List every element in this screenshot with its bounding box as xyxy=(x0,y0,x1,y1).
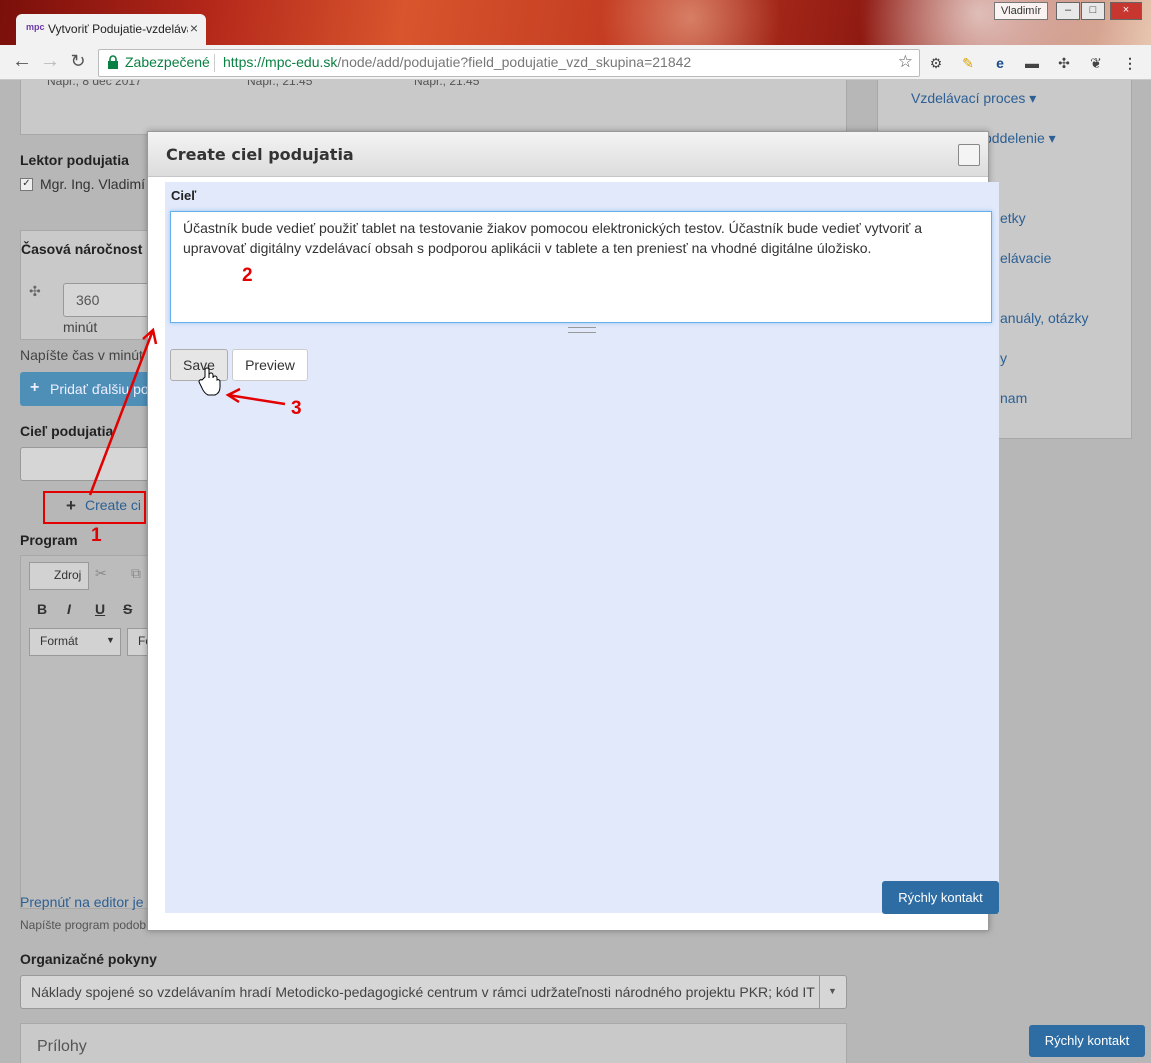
program-editor[interactable]: Zdroj ✂ ⧉ B I U S Formát ▼ Fo xyxy=(20,555,159,909)
sidebar-item-6[interactable]: y xyxy=(1000,350,1007,366)
ciel-field-label: Cieľ xyxy=(171,188,197,203)
copy-icon[interactable]: ⧉ xyxy=(131,565,141,582)
sidebar-item-7[interactable]: nam xyxy=(1000,390,1027,406)
pdf-extension-icon[interactable]: ✣ xyxy=(1055,54,1073,72)
sidebar-item-oddelenie[interactable]: oddelenie ▾ xyxy=(984,130,1056,147)
annotation-number-2: 2 xyxy=(242,265,253,286)
prilohy-panel[interactable]: Prílohy xyxy=(20,1023,847,1063)
quick-contact-button[interactable]: Rýchly kontakt xyxy=(882,881,999,914)
browser-menu-icon[interactable]: ⋮ xyxy=(1121,54,1139,72)
annotation-highlight-box xyxy=(43,491,146,524)
tab-close-icon[interactable]: × xyxy=(190,20,198,36)
editor-source-button[interactable]: Zdroj xyxy=(29,562,89,590)
minutes-input[interactable]: 360 xyxy=(63,283,155,317)
bookmark-star-icon[interactable]: ☆ xyxy=(898,52,913,72)
minutes-unit: minút xyxy=(63,319,98,335)
bold-icon[interactable]: B xyxy=(37,601,47,617)
pencil-extension-icon[interactable]: ✎ xyxy=(959,54,977,72)
maximize-icon[interactable]: □ xyxy=(1081,2,1105,20)
underline-icon[interactable]: U xyxy=(95,601,105,617)
program-label: Program xyxy=(20,532,78,548)
annotation-number-3: 3 xyxy=(291,398,302,419)
minimize-icon[interactable]: – xyxy=(1056,2,1080,20)
ciel-textarea[interactable]: Účastník bude vedieť použiť tablet na te… xyxy=(170,211,992,323)
format-select[interactable]: Formát ▼ xyxy=(29,628,121,656)
keyboard-extension-icon[interactable]: ▬ xyxy=(1023,54,1041,72)
sidebar-item-vzdelavaci-proces[interactable]: Vzdelávací proces ▾ xyxy=(911,90,1036,107)
tab-title: Vytvoriť Podujatie-vzdelávanie xyxy=(48,22,188,36)
ciel-label: Cieľ podujatia xyxy=(20,423,114,439)
leaf-extension-icon[interactable]: ❦ xyxy=(1087,54,1105,72)
save-button[interactable]: Save xyxy=(170,349,228,381)
lektor-label: Lektor podujatia xyxy=(20,152,129,168)
dropdown-caret-icon: ▼ xyxy=(106,635,115,645)
sidebar-item-3[interactable]: etky xyxy=(1000,210,1026,226)
dialog-titlebar[interactable]: Create ciel podujatia xyxy=(148,132,988,177)
casova-table: Časová náročnost ✣ 360 minút xyxy=(20,230,155,340)
secure-label: Zabezpečené xyxy=(125,54,210,70)
dropdown-caret-icon: ▼ xyxy=(828,986,837,996)
forward-arrow-icon[interactable]: → xyxy=(38,51,62,73)
window-close-icon[interactable]: × xyxy=(1110,2,1142,20)
address-bar[interactable]: Zabezpečené https://mpc-edu.sk/node/add/… xyxy=(98,49,920,77)
dialog-close-icon[interactable] xyxy=(958,144,980,166)
switch-editor-link[interactable]: Prepnúť na editor je xyxy=(20,894,144,910)
quick-contact-button-page[interactable]: Rýchly kontakt xyxy=(1029,1025,1145,1057)
lock-icon xyxy=(108,55,118,69)
browser-tab[interactable]: mpc Vytvoriť Podujatie-vzdelávanie × xyxy=(16,14,206,45)
dialog-title: Create ciel podujatia xyxy=(166,145,354,164)
strike-icon[interactable]: S xyxy=(123,601,132,617)
ciel-input[interactable] xyxy=(20,447,152,481)
resize-grip-icon[interactable] xyxy=(568,327,596,333)
date-fieldset: Napr., 8 dec 2017 Napr., 21:45 Napr., 21… xyxy=(20,80,847,135)
create-ciel-dialog: Create ciel podujatia Cieľ Účastník bude… xyxy=(147,131,999,931)
sidebar-item-4[interactable]: elávacie xyxy=(1000,250,1051,266)
settings-gear-icon[interactable]: ⚙ xyxy=(927,54,945,72)
italic-icon[interactable]: I xyxy=(67,601,71,617)
url-text[interactable]: https://mpc-edu.sk/node/add/podujatie?fi… xyxy=(223,54,691,70)
browser-toolbar: ← → ↻ Zabezpečené https://mpc-edu.sk/nod… xyxy=(0,45,1151,80)
site-favicon-icon: mpc xyxy=(26,22,45,32)
dialog-body: Cieľ Účastník bude vedieť použiť tablet … xyxy=(165,182,999,914)
add-more-button[interactable]: + Pridať ďalšiu po xyxy=(20,372,150,406)
lektor-name: Mgr. Ing. Vladimí xyxy=(40,176,146,192)
drag-handle-icon[interactable]: ✣ xyxy=(29,283,41,300)
plus-icon: + xyxy=(30,379,40,396)
time-hint: Napíšte čas v minút xyxy=(20,347,143,363)
lektor-checkbox[interactable]: ✓ xyxy=(20,178,33,191)
casova-label: Časová náročnost xyxy=(21,241,143,257)
preview-button[interactable]: Preview xyxy=(232,349,308,381)
org-select[interactable]: Náklady spojené so vzdelávaním hradí Met… xyxy=(20,975,847,1009)
sidebar-item-5[interactable]: anuály, otázky xyxy=(1000,310,1088,326)
org-label: Organizačné pokyny xyxy=(20,951,157,967)
cut-icon[interactable]: ✂ xyxy=(95,565,107,582)
e-extension-icon[interactable]: e xyxy=(991,54,1009,72)
profile-user-name[interactable]: Vladimír xyxy=(994,2,1048,20)
reload-icon[interactable]: ↻ xyxy=(66,51,90,73)
program-hint: Napíšte program podob xyxy=(20,918,147,932)
annotation-number-1: 1 xyxy=(91,525,102,546)
back-arrow-icon[interactable]: ← xyxy=(10,51,34,73)
